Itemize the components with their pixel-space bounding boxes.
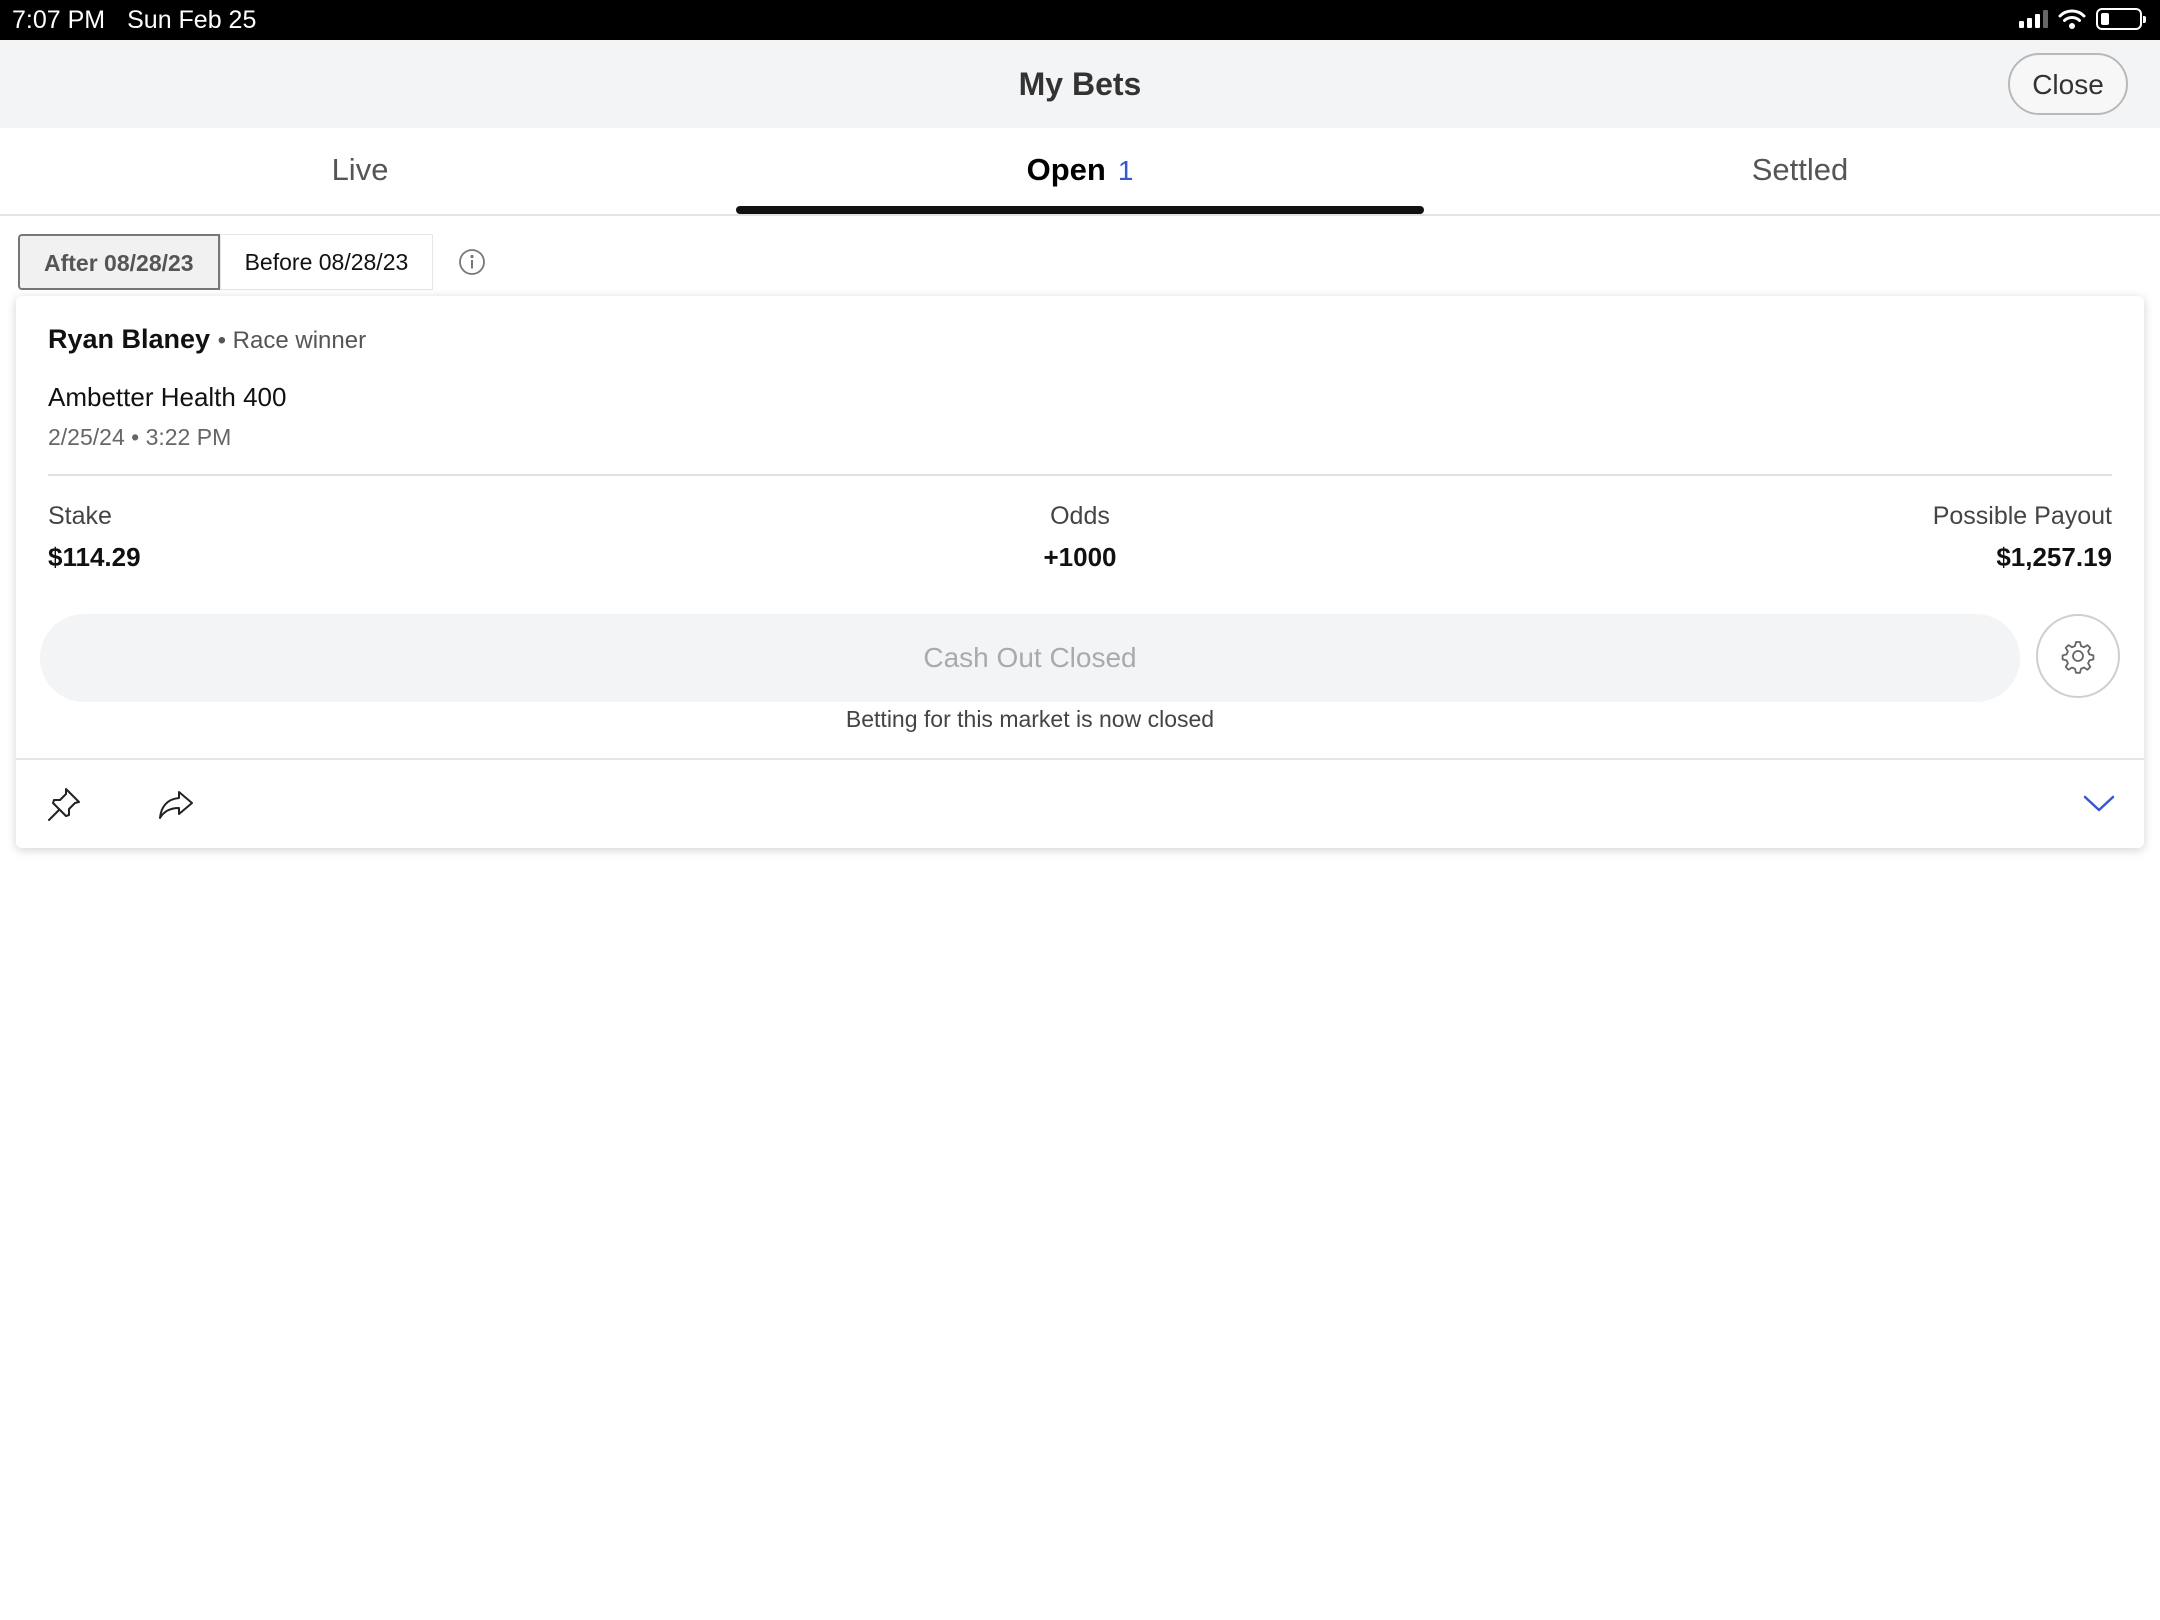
tab-open[interactable]: Open 1 [736,128,1424,214]
event-datetime: 2/25/24 • 3:22 PM [48,424,232,450]
bet-selection-line: Ryan Blaney • Race winner [48,324,366,355]
bet-card: Ryan Blaney • Race winner Ambetter Healt… [16,296,2144,848]
share-icon[interactable] [156,786,196,824]
payout-label: Possible Payout [1932,502,2112,530]
filter-before-button[interactable]: Before 08/28/23 [219,234,434,290]
pin-icon[interactable] [44,784,84,824]
info-icon[interactable] [457,247,487,277]
card-footer-divider [16,758,2144,760]
selection-name: Ryan Blaney [48,324,211,354]
tab-settled[interactable]: Settled [1440,128,2160,214]
chevron-down-icon[interactable] [2082,790,2116,816]
date-filter: After 08/28/23 Before 08/28/23 [18,234,487,290]
filter-after-button[interactable]: After 08/28/23 [18,234,220,290]
market-closed-note: Betting for this market is now closed [845,706,1215,732]
open-count-badge: 1 [1117,155,1134,186]
tab-live[interactable]: Live [0,128,720,214]
tab-live-label: Live [331,152,389,187]
status-date: Sun Feb 25 [127,5,257,34]
tab-open-label: Open [1026,152,1106,187]
cellular-signal-icon [2019,10,2048,28]
market-type: • Race winner [217,327,367,354]
odds-label: Odds [1050,502,1110,530]
status-time: 7:07 PM [12,5,106,34]
payout-value: $1,257.19 [1996,542,2112,572]
battery-icon [2096,8,2146,30]
status-bar: 7:07 PM Sun Feb 25 [0,0,2160,40]
gear-icon [2061,641,2095,674]
status-icons [2019,8,2146,30]
page-title: My Bets [1018,66,1142,102]
close-button[interactable]: Close [2008,53,2128,115]
modal-header: My Bets Close [0,40,2160,128]
wifi-icon [2058,9,2086,29]
card-divider [48,474,2112,476]
active-tab-indicator [736,206,1424,214]
cash-out-button[interactable]: Cash Out Closed [40,614,2020,702]
bet-tabs: Live Open 1 Settled [0,128,2160,216]
event-name: Ambetter Health 400 [48,382,287,412]
odds-value: +1000 [1043,542,1117,572]
tab-settled-label: Settled [1751,152,1849,187]
cash-out-settings-button[interactable] [2036,614,2120,698]
